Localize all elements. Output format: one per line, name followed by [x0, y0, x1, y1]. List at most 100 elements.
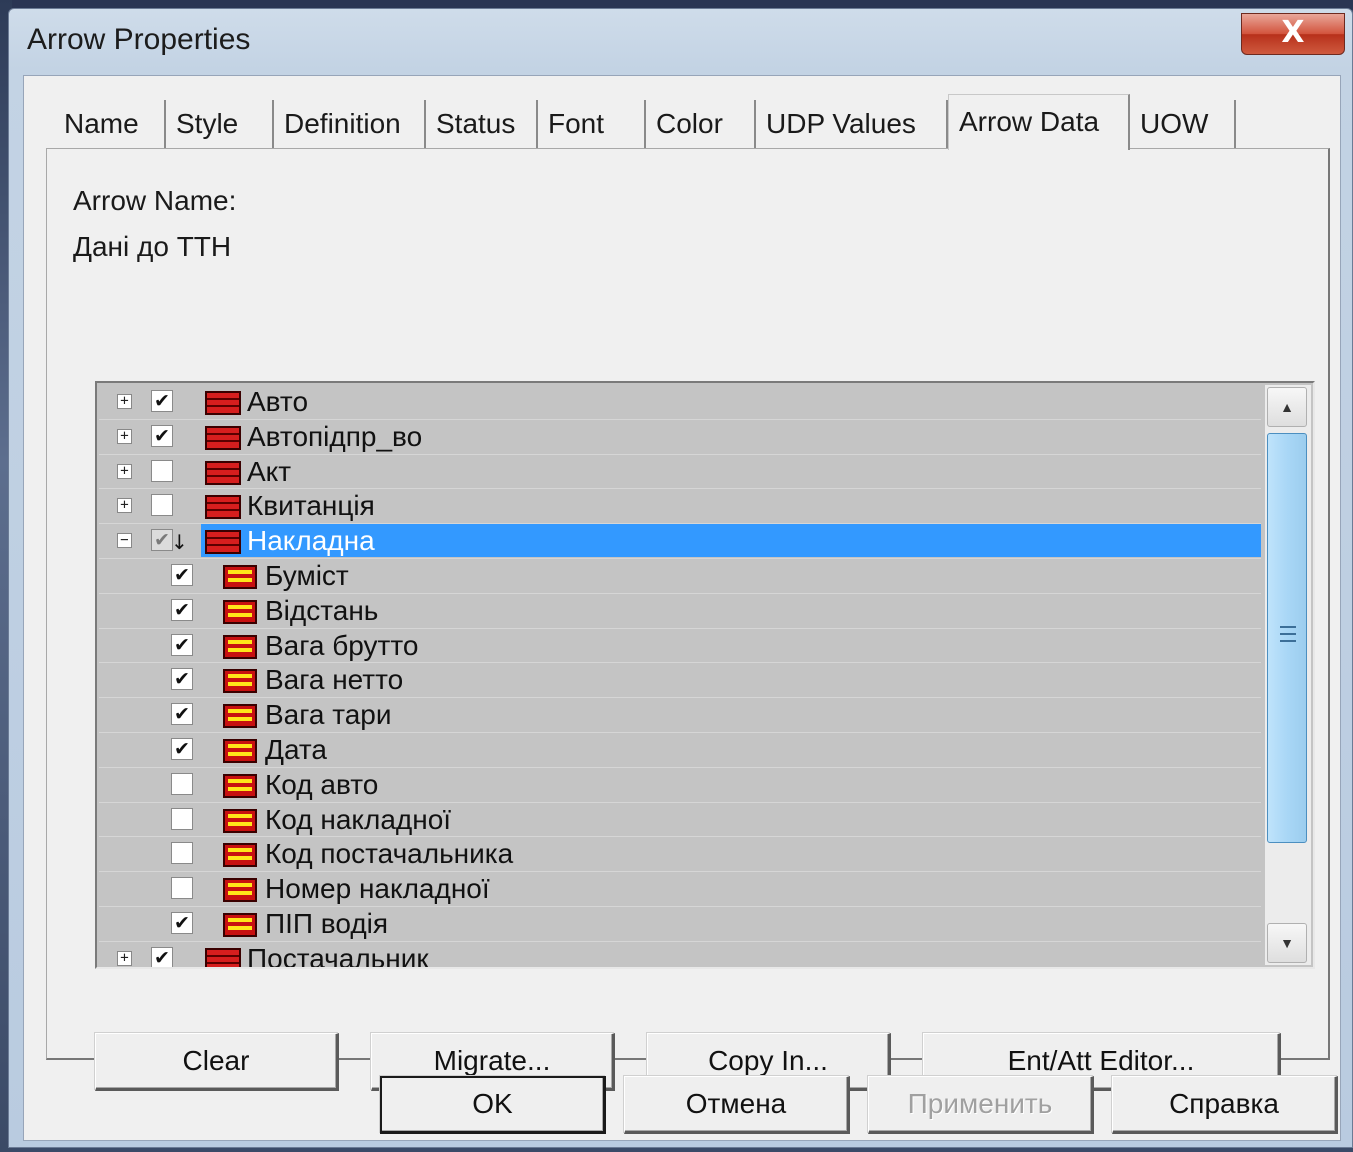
tree-row-label: Вага нетто	[265, 664, 404, 696]
tree-checkbox[interactable]	[171, 772, 193, 795]
expand-plus-icon[interactable]: +	[117, 463, 132, 479]
tree-row[interactable]: + Акт	[99, 455, 1261, 490]
title-bar[interactable]: Arrow Properties X	[9, 9, 1352, 75]
window-title: Arrow Properties	[27, 23, 251, 56]
expand-plus-icon[interactable]: +	[117, 950, 132, 966]
tree-row[interactable]: ✔ Вага нетто	[99, 663, 1261, 699]
tree-checkbox[interactable]: ✔	[151, 390, 173, 412]
tree-row-label: Квитанція	[247, 490, 375, 522]
arrow-properties-dialog: Arrow Properties X Name Style Definition…	[8, 8, 1353, 1148]
close-button[interactable]: X	[1241, 13, 1345, 55]
tree-row[interactable]: ✔ ПІП водія	[99, 907, 1261, 942]
tree-checkbox[interactable]: ✔	[171, 633, 193, 656]
attribute-icon	[223, 738, 257, 763]
tab-name[interactable]: Name	[54, 100, 166, 150]
tree-row[interactable]: − ✔ ↓ Накладна	[99, 524, 1261, 559]
scroll-thumb[interactable]	[1267, 433, 1307, 843]
tree-checkbox[interactable]	[171, 807, 193, 830]
tab-status[interactable]: Status	[426, 100, 538, 150]
attribute-icon	[223, 843, 257, 868]
tree-row-label: Накладна	[247, 525, 375, 557]
tree-checkbox[interactable]: ✔	[151, 946, 173, 967]
scroll-up-arrow-icon[interactable]: ▲	[1267, 387, 1307, 427]
help-button[interactable]: Справка	[1112, 1076, 1338, 1134]
scroll-grip-icon	[1280, 626, 1296, 644]
tree-rows: + ✔ Авто + ✔ Автопідпр_во + Акт + Квитанція − ✔ ↓ Нак…	[99, 385, 1261, 969]
tree-row-label: Код накладної	[265, 803, 452, 835]
arrow-name-label: Arrow Name:	[73, 185, 237, 216]
attribute-icon	[223, 669, 257, 694]
tree-checkbox[interactable]: ✔	[171, 737, 193, 760]
attribute-icon	[223, 912, 257, 937]
tree-checkbox[interactable]: ✔	[171, 563, 193, 586]
collapse-minus-icon[interactable]: −	[117, 533, 132, 549]
tree-row-label: Дата	[265, 733, 328, 765]
apply-button[interactable]: Применить	[868, 1076, 1094, 1134]
tree-row-label: Акт	[247, 455, 292, 487]
tree-row-label: Вага тари	[265, 699, 392, 731]
expand-plus-icon[interactable]: +	[117, 428, 132, 444]
tree-row-label: Автопідпр_во	[247, 420, 423, 452]
tree-checkbox[interactable]: ✔	[151, 424, 173, 447]
attribute-icon	[223, 704, 257, 729]
tree-row-label: Код авто	[265, 768, 379, 800]
tree-checkbox[interactable]	[171, 842, 193, 865]
tree-row-label: Номер накладної	[265, 873, 490, 905]
tree-checkbox[interactable]: ✔	[171, 911, 193, 934]
tree-row-label: Відстань	[265, 594, 379, 626]
tab-udp-values[interactable]: UDP Values	[756, 100, 948, 150]
ok-button[interactable]: OK	[380, 1076, 606, 1134]
attribute-icon	[223, 599, 257, 624]
tree-checkbox[interactable]	[151, 494, 173, 517]
cancel-button[interactable]: Отмена	[624, 1076, 850, 1134]
tab-uow[interactable]: UOW	[1130, 100, 1236, 150]
tree-row-label: Вага брутто	[265, 629, 419, 661]
tree-row[interactable]: ✔ Вага тари	[99, 698, 1261, 733]
tree-row[interactable]: Код авто	[99, 768, 1261, 803]
dialog-client-area: Name Style Definition Status Font Color …	[23, 75, 1341, 1141]
tab-arrow-data[interactable]: Arrow Data	[948, 94, 1130, 150]
tree-checkbox[interactable]: ✔	[171, 668, 193, 691]
tree-row[interactable]: Код постачальника	[99, 837, 1261, 873]
tree-row[interactable]: + ✔ Авто	[99, 385, 1261, 420]
tree-checkbox[interactable]: ✔	[151, 529, 173, 552]
arrow-data-tree[interactable]: + ✔ Авто + ✔ Автопідпр_во + Акт + Квитанція − ✔ ↓ Нак…	[95, 381, 1315, 969]
tree-row-label: Буміст	[265, 559, 349, 591]
tab-font[interactable]: Font	[538, 100, 646, 150]
tab-color[interactable]: Color	[646, 100, 756, 150]
tree-row[interactable]: ✔ Відстань	[99, 594, 1261, 629]
vertical-scrollbar[interactable]: ▲ ▼	[1265, 385, 1311, 965]
tree-checkbox[interactable]: ✔	[171, 598, 193, 621]
tree-row[interactable]: ✔ Буміст	[99, 559, 1261, 594]
entity-icon	[205, 391, 241, 415]
tree-row[interactable]: ✔ Вага брутто	[99, 629, 1261, 664]
tree-row-label: Авто	[247, 386, 309, 417]
tree-checkbox[interactable]	[151, 459, 173, 482]
tree-row[interactable]: + ✔ Автопідпр_во	[99, 420, 1261, 455]
entity-icon	[205, 530, 241, 555]
tree-row-label: Код постачальника	[265, 838, 514, 870]
attribute-icon	[223, 878, 257, 903]
tab-definition[interactable]: Definition	[274, 100, 426, 150]
tree-row[interactable]: Номер накладної	[99, 872, 1261, 907]
entity-icon	[205, 460, 241, 485]
scroll-down-arrow-icon[interactable]: ▼	[1267, 923, 1307, 963]
entity-icon	[205, 947, 241, 967]
arrow-data-panel: Arrow Name: Дані до ТТН + ✔ Авто + ✔ Автопідп…	[46, 148, 1330, 1091]
attribute-icon	[223, 808, 257, 833]
partial-check-arrow-icon: ↓	[171, 530, 188, 555]
tree-row[interactable]: ✔ Дата	[99, 733, 1261, 768]
attribute-icon	[223, 773, 257, 798]
tree-row-label: ПІП водія	[265, 907, 389, 939]
tree-row[interactable]: + ✔ Постачальник	[99, 942, 1261, 969]
tree-row[interactable]: + Квитанція	[99, 489, 1261, 525]
tree-checkbox[interactable]: ✔	[171, 703, 193, 726]
expand-plus-icon[interactable]: +	[117, 394, 132, 409]
tree-row[interactable]: Код накладної	[99, 803, 1261, 838]
tab-style[interactable]: Style	[166, 100, 274, 150]
tree-row-label: Постачальник	[247, 942, 429, 969]
clear-button[interactable]: Clear	[95, 1033, 339, 1091]
expand-plus-icon[interactable]: +	[117, 498, 132, 514]
attribute-icon	[223, 564, 257, 589]
tree-checkbox[interactable]	[171, 877, 193, 900]
